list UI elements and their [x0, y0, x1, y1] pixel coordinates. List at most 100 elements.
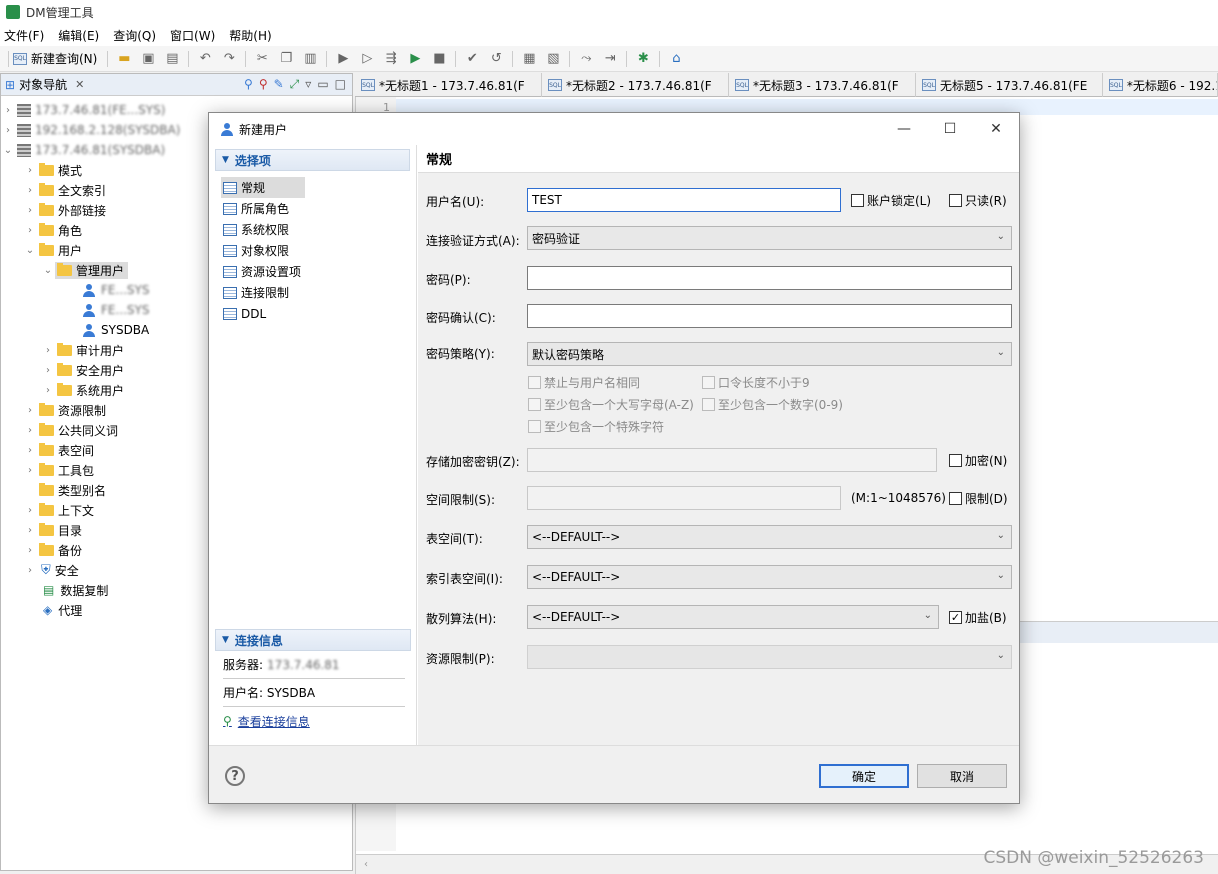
chevron-right-icon[interactable]: ›: [41, 365, 55, 376]
policy-no-username-checkbox[interactable]: 禁止与用户名相同: [528, 374, 640, 391]
view-menu-icon[interactable]: ▿: [305, 77, 311, 92]
minimize-icon[interactable]: ▭: [317, 77, 328, 92]
chevron-right-icon[interactable]: ›: [23, 225, 37, 236]
editor-tab-6[interactable]: SQL *无标题6 - 192.1: [1103, 73, 1218, 97]
chevron-down-icon[interactable]: ⌄: [41, 265, 55, 276]
limit-checkbox[interactable]: 限制(D): [949, 490, 1008, 507]
chevron-right-icon[interactable]: ›: [23, 445, 37, 456]
collapse-icon[interactable]: ▼: [222, 635, 229, 645]
options-section-header[interactable]: ▼ 选择项: [215, 149, 410, 171]
cancel-button[interactable]: 取消: [917, 764, 1007, 788]
chevron-down-icon[interactable]: ⌄: [1, 145, 15, 156]
connection-section-header[interactable]: ▼ 连接信息: [215, 629, 411, 651]
save-icon[interactable]: ▣: [139, 50, 157, 68]
policy-special-checkbox[interactable]: 至少包含一个特殊字符: [528, 418, 664, 435]
rollback-icon[interactable]: ↺: [487, 50, 505, 68]
ok-button[interactable]: 确定: [819, 764, 909, 788]
chevron-right-icon[interactable]: ›: [23, 505, 37, 516]
chevron-right-icon[interactable]: ›: [41, 345, 55, 356]
minimize-button[interactable]: —: [881, 113, 927, 145]
cut-icon[interactable]: ✂: [253, 50, 271, 68]
resource-limit-select[interactable]: ⌄: [527, 645, 1012, 669]
close-icon[interactable]: ✕: [75, 78, 84, 91]
chevron-right-icon[interactable]: ›: [41, 385, 55, 396]
readonly-checkbox[interactable]: 只读(R): [949, 192, 1007, 209]
chevron-right-icon[interactable]: ›: [23, 165, 37, 176]
schedule-icon[interactable]: ▦: [520, 50, 538, 68]
menu-file[interactable]: 文件(F): [4, 27, 44, 44]
chevron-right-icon[interactable]: ›: [23, 205, 37, 216]
chevron-down-icon[interactable]: ⌄: [23, 245, 37, 256]
chevron-right-icon[interactable]: ›: [23, 425, 37, 436]
encryption-key-input[interactable]: [527, 448, 937, 472]
navigator-tab[interactable]: ⊞ 对象导航 ✕ ⚲ ⚲ ✎ ⤢ ▿ ▭ □: [1, 74, 352, 96]
debug-jump-icon[interactable]: ⇥: [601, 50, 619, 68]
space-limit-input[interactable]: [527, 486, 841, 510]
paste-icon[interactable]: ▥: [301, 50, 319, 68]
chevron-right-icon[interactable]: ›: [1, 105, 15, 116]
chevron-right-icon[interactable]: ›: [1, 125, 15, 136]
open-icon[interactable]: ▬: [115, 50, 133, 68]
menu-edit[interactable]: 编辑(E): [58, 27, 99, 44]
hash-algorithm-select[interactable]: <--DEFAULT--> ⌄: [527, 605, 939, 629]
menu-window[interactable]: 窗口(W): [170, 27, 215, 44]
option-general[interactable]: 常规: [221, 177, 305, 198]
bug-icon[interactable]: ✱: [634, 50, 652, 68]
chevron-right-icon[interactable]: ›: [23, 565, 37, 576]
calendar-icon[interactable]: ▧: [544, 50, 562, 68]
editor-tab-5[interactable]: SQL 无标题5 - 173.7.46.81(FE: [916, 73, 1103, 97]
chevron-right-icon[interactable]: ›: [23, 405, 37, 416]
maximize-icon[interactable]: □: [335, 77, 346, 92]
menu-help[interactable]: 帮助(H): [229, 27, 271, 44]
index-tablespace-select[interactable]: <--DEFAULT--> ⌄: [527, 565, 1012, 589]
option-system-privileges[interactable]: 系统权限: [221, 219, 305, 240]
tablespace-select[interactable]: <--DEFAULT--> ⌄: [527, 525, 1012, 549]
expand-icon[interactable]: ⤢: [290, 77, 300, 92]
commit-icon[interactable]: ✔: [463, 50, 481, 68]
encrypt-checkbox[interactable]: 加密(N): [949, 452, 1007, 469]
policy-digit-checkbox[interactable]: 至少包含一个数字(0-9): [702, 396, 843, 413]
maximize-button[interactable]: ☐: [927, 113, 973, 145]
copy-icon[interactable]: ❐: [277, 50, 295, 68]
password-policy-select[interactable]: 默认密码策略 ⌄: [527, 342, 1012, 366]
close-button[interactable]: ✕: [973, 113, 1019, 145]
policy-min-length-checkbox[interactable]: 口令长度不小于9: [702, 374, 810, 391]
home-icon[interactable]: ⌂: [667, 50, 685, 68]
help-icon[interactable]: ?: [225, 766, 245, 786]
undo-icon[interactable]: ↶: [196, 50, 214, 68]
chevron-right-icon[interactable]: ›: [23, 465, 37, 476]
run-icon[interactable]: ▶: [334, 50, 352, 68]
username-input[interactable]: TEST: [527, 188, 841, 212]
save-all-icon[interactable]: ▤: [163, 50, 181, 68]
chevron-right-icon[interactable]: ›: [23, 185, 37, 196]
debug-step-icon[interactable]: ⤳: [577, 50, 595, 68]
option-roles[interactable]: 所属角色: [221, 198, 305, 219]
collapse-icon[interactable]: ▼: [222, 155, 229, 165]
chevron-right-icon[interactable]: ›: [23, 525, 37, 536]
disconnect-icon[interactable]: ⚲: [259, 77, 268, 92]
policy-uppercase-checkbox[interactable]: 至少包含一个大写字母(A-Z): [528, 396, 694, 413]
salt-checkbox[interactable]: ✓ 加盐(B): [949, 609, 1007, 626]
editor-tab-3[interactable]: SQL *无标题3 - 173.7.46.81(F: [729, 73, 916, 97]
explain-icon[interactable]: ⇶: [382, 50, 400, 68]
option-resource-settings[interactable]: 资源设置项: [221, 261, 321, 282]
stop-icon[interactable]: ■: [430, 50, 448, 68]
option-ddl[interactable]: DDL: [221, 303, 305, 324]
password-confirm-input[interactable]: [527, 304, 1012, 328]
connect-icon[interactable]: ⚲: [244, 77, 253, 92]
editor-tab-1[interactable]: SQL *无标题1 - 173.7.46.81(F: [355, 73, 542, 97]
password-input[interactable]: [527, 266, 1012, 290]
run-file-icon[interactable]: ▶: [406, 50, 424, 68]
run-script-icon[interactable]: ▷: [358, 50, 376, 68]
redo-icon[interactable]: ↷: [220, 50, 238, 68]
chevron-right-icon[interactable]: ›: [23, 545, 37, 556]
menu-query[interactable]: 查询(Q): [113, 27, 156, 44]
option-object-privileges[interactable]: 对象权限: [221, 240, 305, 261]
lock-account-checkbox[interactable]: 账户锁定(L): [851, 192, 931, 209]
new-query-button[interactable]: SQL 新建查询(N): [13, 50, 97, 67]
editor-tab-2[interactable]: SQL *无标题2 - 173.7.46.81(F: [542, 73, 729, 97]
view-connection-link[interactable]: ⚲ 查看连接信息: [223, 707, 417, 735]
option-connection-limit[interactable]: 连接限制: [221, 282, 305, 303]
edit-icon[interactable]: ✎: [274, 77, 284, 92]
auth-method-select[interactable]: 密码验证 ⌄: [527, 226, 1012, 250]
